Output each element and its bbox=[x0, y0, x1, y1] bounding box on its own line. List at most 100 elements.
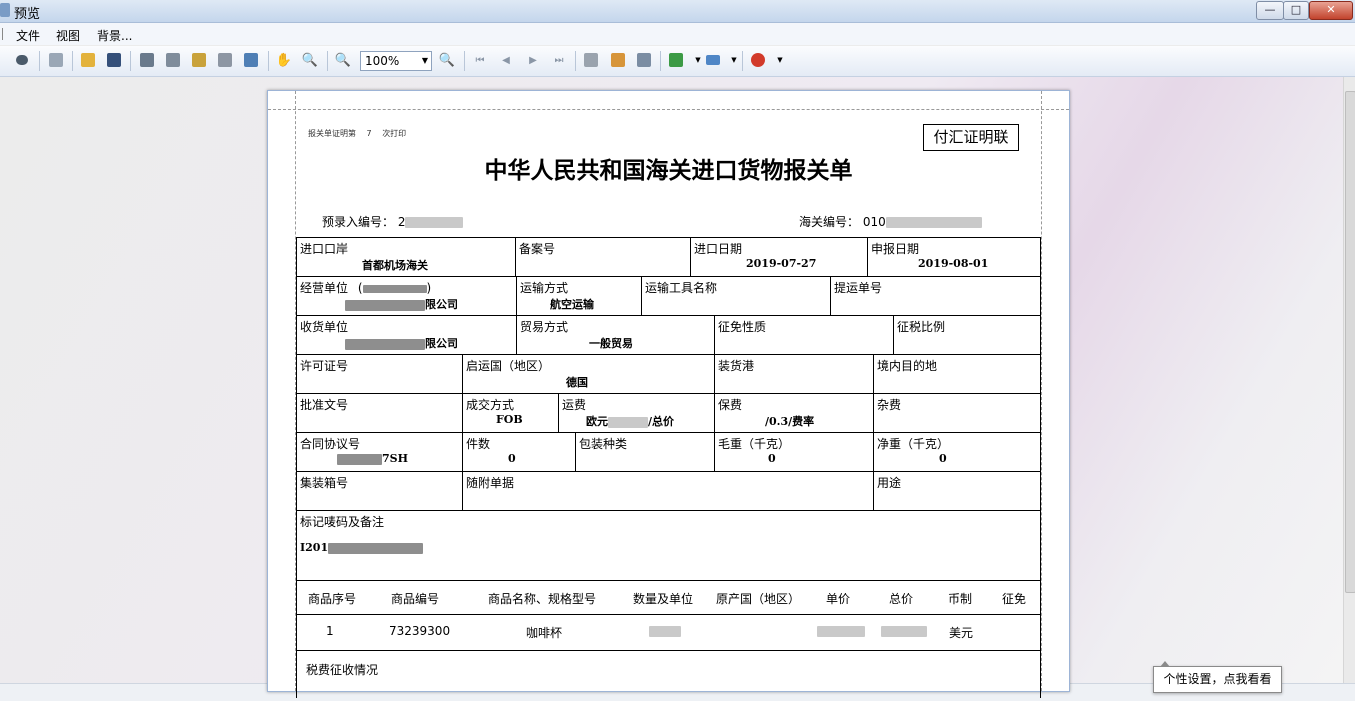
print-note-prefix: 报关单证明第 bbox=[308, 129, 356, 138]
menu-grip bbox=[2, 28, 3, 40]
table-row: 1 73239300 咖啡杯 美元 bbox=[297, 615, 1040, 651]
customs-number: 海关编号： 010 bbox=[799, 213, 982, 230]
redacted-block bbox=[337, 453, 382, 465]
toolbar-overflow-icon[interactable]: ▼ bbox=[772, 52, 788, 68]
exemption-label: 征免性质 bbox=[718, 320, 767, 334]
page-layout-icon[interactable] bbox=[243, 52, 259, 68]
close-preview-icon[interactable] bbox=[750, 52, 766, 68]
form-cell: 装货港 bbox=[714, 355, 874, 393]
gross-label: 毛重（千克） bbox=[718, 437, 791, 451]
print-icon[interactable] bbox=[165, 52, 181, 68]
contract-label: 合同协议号 bbox=[300, 437, 361, 451]
destination-label: 境内目的地 bbox=[877, 359, 938, 373]
window-title: 预览 bbox=[14, 7, 41, 22]
operator-paren-open: ( bbox=[357, 281, 363, 295]
toolbar-separator bbox=[130, 51, 131, 71]
goods-header: 商品名称、规格型号 bbox=[488, 592, 597, 606]
settings-tooltip[interactable]: 个性设置，点我看看 bbox=[1153, 661, 1282, 693]
menu-file[interactable]: 文件 bbox=[16, 27, 40, 44]
package-type-label: 包装种类 bbox=[579, 437, 628, 451]
last-page-icon[interactable]: ⏭ bbox=[551, 52, 567, 68]
form-cell: 用途 bbox=[873, 472, 1040, 510]
maximize-button[interactable]: □ bbox=[1283, 1, 1309, 20]
toolbar-separator bbox=[39, 51, 40, 71]
next-page-icon[interactable]: ▶ bbox=[525, 52, 541, 68]
first-page-icon[interactable]: ⏮ bbox=[472, 52, 488, 68]
form-cell: 成交方式 FOB bbox=[462, 394, 558, 432]
form-row: 许可证号 启运国（地区） 德国 装货港 境内目的地 bbox=[297, 355, 1040, 394]
minimize-button[interactable]: — bbox=[1256, 1, 1284, 20]
goods-header: 原产国（地区） bbox=[716, 592, 801, 606]
origin-country-label: 启运国（地区） bbox=[466, 359, 551, 373]
zoom-select[interactable]: 100% ▼ bbox=[360, 51, 432, 71]
transport-value: 航空运输 bbox=[550, 298, 594, 311]
copy-type-stamp: 付汇证明联 bbox=[923, 124, 1019, 151]
record-no-label: 备案号 bbox=[519, 242, 556, 256]
net-value: 0 bbox=[939, 452, 947, 465]
toolbar-separator bbox=[575, 51, 576, 71]
redacted-block bbox=[817, 626, 865, 637]
insurance-value: /0.3/费率 bbox=[765, 415, 815, 428]
origin-country-value: 德国 bbox=[566, 376, 588, 389]
goods-header: 币制 bbox=[948, 592, 973, 606]
find-icon[interactable] bbox=[14, 52, 30, 68]
form-cell: 启运国（地区） 德国 bbox=[462, 355, 714, 393]
email-icon[interactable] bbox=[705, 52, 721, 68]
zoom-out-icon[interactable]: 🔍 bbox=[335, 52, 351, 68]
print-setup-icon[interactable] bbox=[139, 52, 155, 68]
redacted-block bbox=[405, 217, 464, 228]
app-icon bbox=[0, 3, 10, 17]
form-cell: 进口日期 2019-07-27 bbox=[690, 238, 868, 276]
form-cell: 境内目的地 bbox=[873, 355, 1040, 393]
insurance-label: 保费 bbox=[718, 398, 743, 412]
vertical-scrollbar[interactable] bbox=[1343, 77, 1355, 683]
form-cell: 提运单号 bbox=[830, 277, 1040, 315]
toolbar-separator bbox=[268, 51, 269, 71]
save-icon[interactable] bbox=[106, 52, 122, 68]
margin-guide bbox=[268, 109, 1069, 110]
freight-value-prefix: 欧元 bbox=[586, 415, 608, 428]
declare-date-label: 申报日期 bbox=[871, 242, 920, 256]
redacted-block bbox=[649, 626, 681, 637]
form-cell: 件数 0 bbox=[462, 433, 575, 471]
goods-header: 商品编号 bbox=[391, 592, 440, 606]
prev-page-icon[interactable]: ◀ bbox=[498, 52, 514, 68]
zoom-in-icon[interactable]: 🔍 bbox=[439, 52, 455, 68]
hand-tool-icon[interactable]: ✋ bbox=[276, 52, 292, 68]
redacted-block bbox=[345, 299, 425, 311]
pre-entry-value: 2 bbox=[397, 215, 406, 229]
consignee-value: 限公司 bbox=[345, 335, 458, 351]
gross-value: 0 bbox=[768, 452, 776, 465]
redacted-block bbox=[362, 284, 427, 293]
form-cell: 净重（千克） 0 bbox=[873, 433, 1040, 471]
magnifier-icon[interactable]: 🔍 bbox=[302, 52, 318, 68]
color-icon[interactable] bbox=[610, 52, 626, 68]
form-cell: 征税比例 bbox=[893, 316, 1040, 354]
quick-print-icon[interactable] bbox=[191, 52, 207, 68]
goods-seq: 1 bbox=[326, 624, 334, 638]
menu-background[interactable]: 背景... bbox=[97, 27, 132, 44]
usage-label: 用途 bbox=[877, 476, 902, 490]
open-icon[interactable] bbox=[80, 52, 96, 68]
export-dropdown-icon[interactable]: ▼ bbox=[690, 52, 706, 68]
menu-view[interactable]: 视图 bbox=[56, 27, 80, 44]
multi-page-icon[interactable] bbox=[583, 52, 599, 68]
consignee-label: 收货单位 bbox=[300, 320, 349, 334]
form-row: 批准文号 成交方式 FOB 运费 欧元/总价 保费 /0.3/费率 杂费 bbox=[297, 394, 1040, 433]
deal-value: FOB bbox=[496, 413, 523, 426]
scale-icon[interactable] bbox=[217, 52, 233, 68]
trade-label: 贸易方式 bbox=[520, 320, 569, 334]
email-dropdown-icon[interactable]: ▼ bbox=[726, 52, 742, 68]
form-cell: 随附单据 bbox=[462, 472, 874, 510]
freight-value: 欧元/总价 bbox=[586, 413, 674, 429]
page-setup-icon[interactable] bbox=[48, 52, 64, 68]
title-bar: 预览 — □ ✕ bbox=[0, 0, 1355, 23]
import-port-label: 进口口岸 bbox=[300, 242, 349, 256]
form-row: 合同协议号 7SH 件数 0 包装种类 毛重（千克） 0 净重（千克） 0 bbox=[297, 433, 1040, 472]
close-window-button[interactable]: ✕ bbox=[1309, 1, 1353, 20]
contract-value: 7SH bbox=[337, 452, 408, 465]
scrollbar-thumb[interactable] bbox=[1345, 91, 1355, 593]
watermark-icon[interactable] bbox=[636, 52, 652, 68]
export-icon[interactable] bbox=[668, 52, 684, 68]
packages-label: 件数 bbox=[466, 437, 491, 451]
